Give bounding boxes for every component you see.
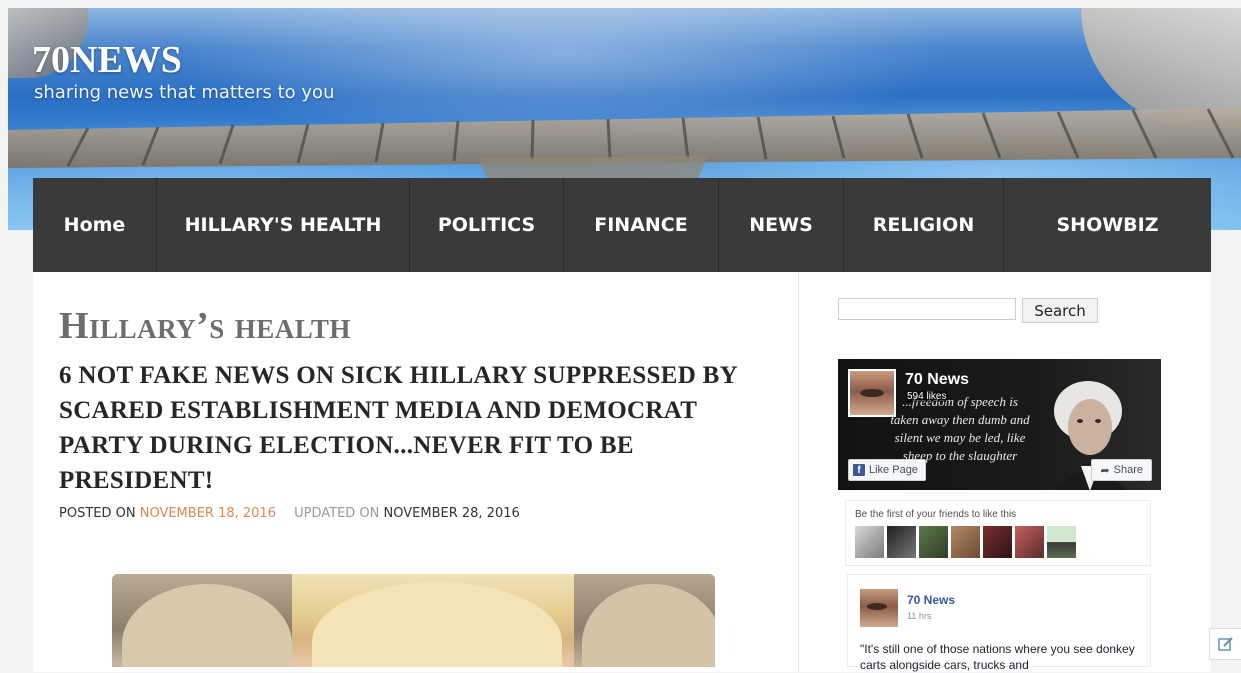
share-arrow-icon: ➦	[1100, 464, 1110, 477]
friend-avatar[interactable]	[951, 526, 980, 558]
posted-label: POSTED ON	[59, 506, 136, 521]
image-panel-left	[112, 574, 292, 667]
edit-icon[interactable]	[1209, 628, 1241, 660]
fb-post-author[interactable]: 70 News	[907, 593, 955, 607]
nav-item-showbiz[interactable]: SHOWBIZ	[1004, 178, 1211, 272]
fb-faces-row	[855, 526, 1076, 558]
friend-avatar[interactable]	[855, 526, 884, 558]
site-title[interactable]: 70NEWS	[32, 38, 182, 82]
post-title[interactable]: 6 NOT FAKE NEWS ON SICK HILLARY SUPPRESS…	[59, 358, 779, 498]
fb-post-avatar[interactable]	[860, 589, 898, 627]
nav-item-home[interactable]: Home	[33, 178, 157, 272]
search-input[interactable]	[838, 298, 1016, 320]
fb-page-avatar[interactable]	[848, 369, 896, 417]
fb-post-card: 70 News 11 hrs "It's still one of those …	[847, 574, 1151, 672]
nav-item-religion[interactable]: RELIGION	[844, 178, 1004, 272]
fb-post-time[interactable]: 11 hrs	[907, 611, 931, 621]
friend-avatar[interactable]	[887, 526, 916, 558]
fb-likes-count: 594 likes	[905, 391, 949, 402]
fb-like-page-button[interactable]: f Like Page	[848, 459, 926, 481]
friend-avatar[interactable]	[983, 526, 1012, 558]
nav-item-politics[interactable]: POLITICS	[410, 178, 564, 272]
fb-post-text: "It's still one of those nations where y…	[860, 642, 1135, 672]
fb-share-button[interactable]: ➦ Share	[1091, 459, 1152, 481]
facebook-icon: f	[853, 464, 865, 476]
image-panel-right	[574, 574, 715, 667]
search-button[interactable]: Search	[1022, 298, 1098, 323]
nav-item-hillarys-health[interactable]: HILLARY'S HEALTH	[157, 178, 410, 272]
post-meta: POSTED ON NOVEMBER 18, 2016 UPDATED ON N…	[59, 506, 520, 521]
updated-label: UPDATED ON	[294, 506, 380, 521]
friend-avatar[interactable]	[1015, 526, 1044, 558]
nav-item-news[interactable]: NEWS	[719, 178, 844, 272]
image-panel-center	[292, 574, 574, 667]
fb-share-label: Share	[1113, 464, 1143, 476]
category-title: Hillary’s health	[59, 305, 351, 347]
facebook-page-plugin[interactable]: ...freedom of speech is taken away then …	[838, 359, 1161, 490]
nav-item-finance[interactable]: FINANCE	[564, 178, 719, 272]
fb-like-label: Like Page	[869, 464, 918, 476]
fb-friends-text: Be the first of your friends to like thi…	[855, 509, 1017, 520]
sidebar-divider	[798, 272, 799, 672]
main-nav: Home HILLARY'S HEALTH POLITICS FINANCE N…	[33, 178, 1211, 272]
posted-date-link[interactable]: NOVEMBER 18, 2016	[140, 506, 276, 521]
fb-friends-box: Be the first of your friends to like thi…	[845, 500, 1151, 566]
featured-image[interactable]	[112, 574, 715, 667]
updated-date: NOVEMBER 28, 2016	[383, 506, 520, 521]
friend-avatar[interactable]	[1047, 526, 1076, 558]
fb-cover-quote: ...freedom of speech is taken away then …	[890, 394, 1030, 463]
fb-page-name[interactable]: 70 News	[905, 371, 969, 389]
friend-avatar[interactable]	[919, 526, 948, 558]
site-tagline: sharing news that matters to you	[34, 82, 335, 103]
